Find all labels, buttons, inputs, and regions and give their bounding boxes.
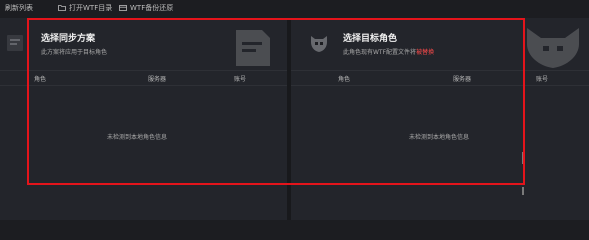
toolbar: 刷新列表 打开WTF目录 WTF备份还原 xyxy=(0,0,589,16)
backup-box-icon xyxy=(119,5,127,11)
sync-scheme-header: 选择同步方案 此方案将应用于目标角色 xyxy=(0,18,287,68)
sync-scheme-subtitle: 此方案将应用于目标角色 xyxy=(41,49,108,56)
open-wtf-folder-button[interactable]: 打开WTF目录 xyxy=(58,3,112,13)
column-character[interactable]: 角色 xyxy=(338,74,350,83)
sync-scheme-title: 选择同步方案 xyxy=(41,34,96,44)
sync-scheme-panel: 选择同步方案 此方案将应用于目标角色 角色 服务器 账号 未检测到本地角色信息 xyxy=(0,18,287,220)
subtitle-prefix: 此角色现有WTF配置文件将 xyxy=(343,49,417,56)
helmet-icon xyxy=(308,32,330,54)
document-icon xyxy=(4,32,26,54)
target-character-panel: 选择目标角色 此角色现有WTF配置文件将被替换 角色 服务器 账号 未检测到本地… xyxy=(291,18,589,220)
wtf-backup-restore-label: WTF备份还原 xyxy=(130,4,174,12)
replace-warning: 被替换 xyxy=(416,49,435,56)
document-watermark-icon xyxy=(230,26,276,68)
column-account[interactable]: 账号 xyxy=(234,74,246,83)
sync-scheme-empty-message: 未检测到本地角色信息 xyxy=(107,134,168,141)
wtf-backup-restore-button[interactable]: WTF备份还原 xyxy=(119,3,173,13)
target-character-header: 选择目标角色 此角色现有WTF配置文件将被替换 xyxy=(291,18,589,68)
sync-scheme-column-header: 角色 服务器 账号 xyxy=(0,70,287,86)
target-character-title: 选择目标角色 xyxy=(343,34,398,44)
column-server[interactable]: 服务器 xyxy=(148,74,166,83)
target-character-column-header: 角色 服务器 账号 xyxy=(291,70,589,86)
target-character-subtitle: 此角色现有WTF配置文件将被替换 xyxy=(343,47,434,56)
folder-icon xyxy=(58,5,66,11)
refresh-list-button[interactable]: 刷新列表 xyxy=(5,3,33,13)
scrollbar-thumb[interactable] xyxy=(522,152,524,164)
helmet-watermark-icon xyxy=(523,26,583,68)
refresh-list-label: 刷新列表 xyxy=(5,4,33,12)
column-character[interactable]: 角色 xyxy=(34,74,46,83)
column-account[interactable]: 账号 xyxy=(536,74,548,83)
open-wtf-folder-label: 打开WTF目录 xyxy=(69,4,113,12)
column-server[interactable]: 服务器 xyxy=(453,74,471,83)
target-character-empty-message: 未检测到本地角色信息 xyxy=(409,134,470,141)
scrollbar-thumb-lower[interactable] xyxy=(522,187,524,195)
